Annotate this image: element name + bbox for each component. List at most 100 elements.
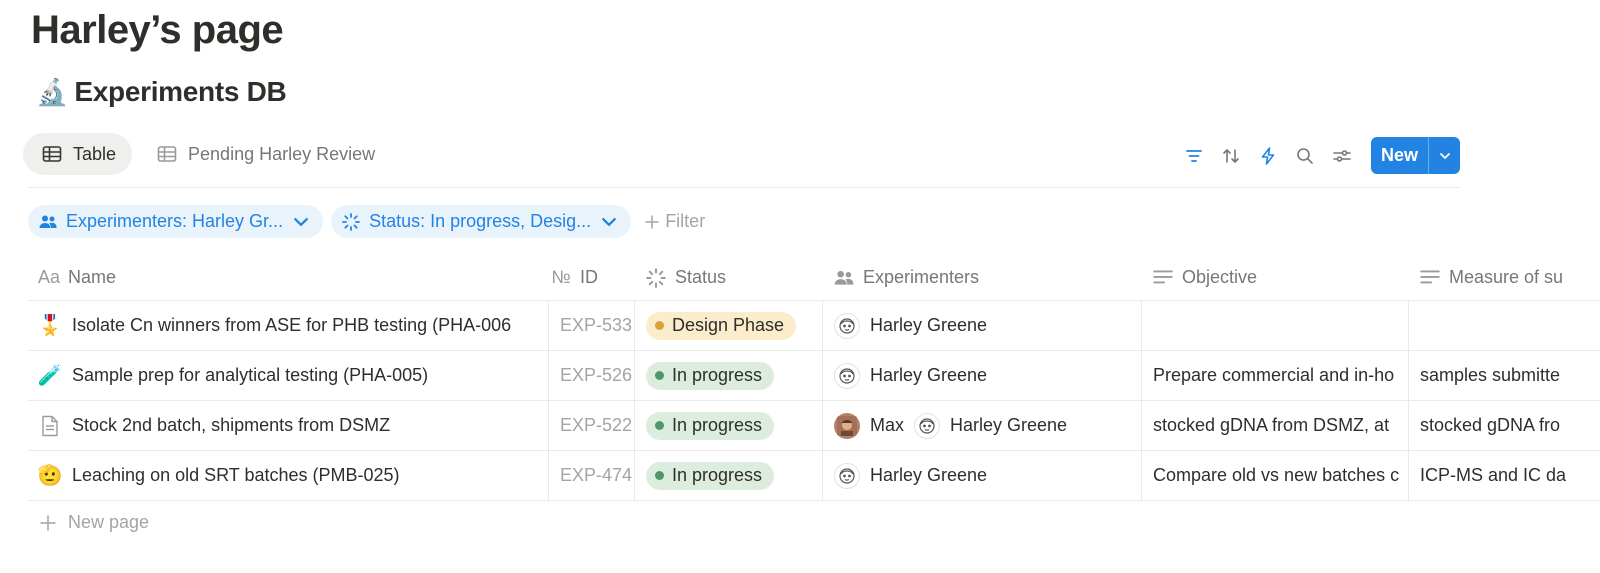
status-badge: Design Phase — [646, 311, 797, 340]
column-header-id[interactable]: № ID — [548, 255, 634, 300]
status-cell[interactable]: In progress — [634, 451, 822, 500]
table-row[interactable]: 🧪 Sample prep for analytical testing (PH… — [28, 351, 1600, 401]
experimenters-cell[interactable]: Harley Greene — [822, 301, 1141, 350]
person-name: Harley Greene — [870, 315, 988, 335]
measure-cell[interactable]: ICP-MS and IC da — [1408, 451, 1600, 500]
status-cell[interactable]: In progress — [634, 401, 822, 450]
database-title-text: Experiments DB — [74, 76, 287, 107]
new-dropdown-button[interactable] — [1428, 137, 1460, 174]
name-cell[interactable]: 🎖️ Isolate Cn winners from ASE for PHB t… — [28, 301, 548, 350]
column-header-label: Name — [68, 267, 117, 287]
column-header-status[interactable]: Status — [634, 255, 822, 300]
column-header-label: Measure of su — [1449, 267, 1564, 287]
column-header-objective[interactable]: Objective — [1141, 255, 1408, 300]
status-dot — [655, 421, 664, 430]
search-icon[interactable] — [1287, 137, 1324, 174]
status-dot — [655, 371, 664, 380]
number-property-icon: № — [551, 267, 571, 287]
plus-icon — [40, 514, 56, 531]
person: Harley Greene — [834, 462, 987, 489]
objective-cell[interactable]: stocked gDNA from DSMZ, at — [1141, 401, 1408, 450]
tab-pending-label: Pending Harley Review — [188, 143, 376, 164]
medal-icon: 🎖️ — [37, 314, 63, 337]
add-filter-label: Filter — [665, 211, 706, 231]
filter-chip-status[interactable]: Status: In progress, Desig... — [331, 205, 632, 238]
name-cell[interactable]: Stock 2nd batch, shipments from DSMZ — [28, 401, 548, 450]
database-toolbar: New — [1176, 137, 1460, 174]
sort-icon[interactable] — [1213, 137, 1250, 174]
view-tabs: Table Pending Harley Review — [23, 133, 391, 175]
column-header-experimenters[interactable]: Experimenters — [822, 255, 1141, 300]
filter-chip-experimenters[interactable]: Experimenters: Harley Gr... — [28, 205, 324, 238]
toolbar-divider — [28, 187, 1460, 188]
status-label: Design Phase — [672, 315, 785, 335]
status-cell[interactable]: In progress — [634, 351, 822, 400]
objective-cell[interactable] — [1141, 301, 1408, 350]
column-header-measure[interactable]: Measure of su — [1408, 255, 1600, 300]
row-name: Isolate Cn winners from ASE for PHB test… — [72, 315, 512, 335]
experimenters-cell[interactable]: Harley Greene — [822, 351, 1141, 400]
column-header-label: Experimenters — [863, 267, 980, 287]
avatar — [834, 362, 860, 389]
table-row[interactable]: 🎖️ Isolate Cn winners from ASE for PHB t… — [28, 301, 1600, 351]
person: Harley Greene — [834, 362, 987, 389]
id-cell: EXP-526 — [548, 351, 634, 400]
filter-chip-label: Status: In progress, Desig... — [369, 211, 592, 231]
saluting-face-icon: 🫡 — [37, 464, 63, 487]
objective-cell[interactable]: Compare old vs new batches c — [1141, 451, 1408, 500]
filter-icon[interactable] — [1176, 137, 1213, 174]
status-dot — [655, 321, 664, 330]
measure-cell[interactable]: samples submitte — [1408, 351, 1600, 400]
new-button-group: New — [1370, 137, 1460, 174]
status-cell[interactable]: Design Phase — [634, 301, 822, 350]
new-button[interactable]: New — [1371, 137, 1428, 174]
id-cell: EXP-522 — [548, 401, 634, 450]
chevron-down-icon — [1439, 152, 1450, 159]
measure-cell[interactable] — [1408, 301, 1600, 350]
experimenters-cell[interactable]: Harley Greene — [822, 451, 1141, 500]
avatar — [914, 412, 941, 439]
status-badge: In progress — [646, 411, 775, 440]
plus-icon — [645, 214, 659, 229]
table-row[interactable]: 🫡 Leaching on old SRT batches (PMB-025) … — [28, 451, 1600, 501]
microscope-icon: 🔬 — [36, 77, 69, 107]
page-icon — [38, 414, 62, 438]
tab-table[interactable]: Table — [23, 133, 133, 175]
name-cell[interactable]: 🫡 Leaching on old SRT batches (PMB-025) — [28, 451, 548, 500]
tab-pending-harley-review[interactable]: Pending Harley Review — [138, 133, 391, 175]
row-name: Leaching on old SRT batches (PMB-025) — [72, 465, 400, 485]
text-icon — [1419, 267, 1441, 289]
text-property-icon: Aa — [37, 267, 61, 287]
add-filter-button[interactable]: Filter — [645, 211, 705, 232]
status-dot — [655, 471, 664, 480]
tab-table-label: Table — [73, 143, 117, 164]
database-title[interactable]: 🔬 Experiments DB — [36, 76, 287, 108]
status-badge: In progress — [646, 461, 775, 490]
chevron-down-icon — [294, 217, 308, 226]
avatar — [834, 462, 860, 489]
status-badge: In progress — [646, 361, 775, 390]
avatar-photo — [834, 412, 860, 439]
automation-icon[interactable] — [1250, 137, 1287, 174]
table-row[interactable]: Stock 2nd batch, shipments from DSMZ EXP… — [28, 401, 1600, 451]
settings-icon[interactable] — [1324, 137, 1361, 174]
row-name: Stock 2nd batch, shipments from DSMZ — [72, 415, 391, 435]
measure-cell[interactable]: stocked gDNA fro — [1408, 401, 1600, 450]
new-page-button[interactable]: New page — [40, 512, 149, 533]
id-cell: EXP-474 — [548, 451, 634, 500]
table-icon — [42, 146, 62, 162]
status-icon — [342, 212, 360, 231]
objective-cell[interactable]: Prepare commercial and in-ho — [1141, 351, 1408, 400]
chevron-down-icon — [602, 217, 617, 226]
person: Harley Greene — [834, 312, 988, 339]
people-icon — [833, 267, 855, 289]
avatar — [834, 312, 860, 339]
experimenters-cell[interactable]: Max Harley Greene — [822, 401, 1141, 450]
column-header-name[interactable]: Aa Name — [28, 255, 548, 300]
status-label: In progress — [672, 415, 763, 435]
name-cell[interactable]: 🧪 Sample prep for analytical testing (PH… — [28, 351, 548, 400]
table-header-row: Aa Name № ID Status Experimenters Object… — [28, 255, 1600, 301]
id-cell: EXP-533 — [548, 301, 634, 350]
status-icon — [645, 267, 667, 289]
person: Harley Greene — [914, 412, 1067, 439]
